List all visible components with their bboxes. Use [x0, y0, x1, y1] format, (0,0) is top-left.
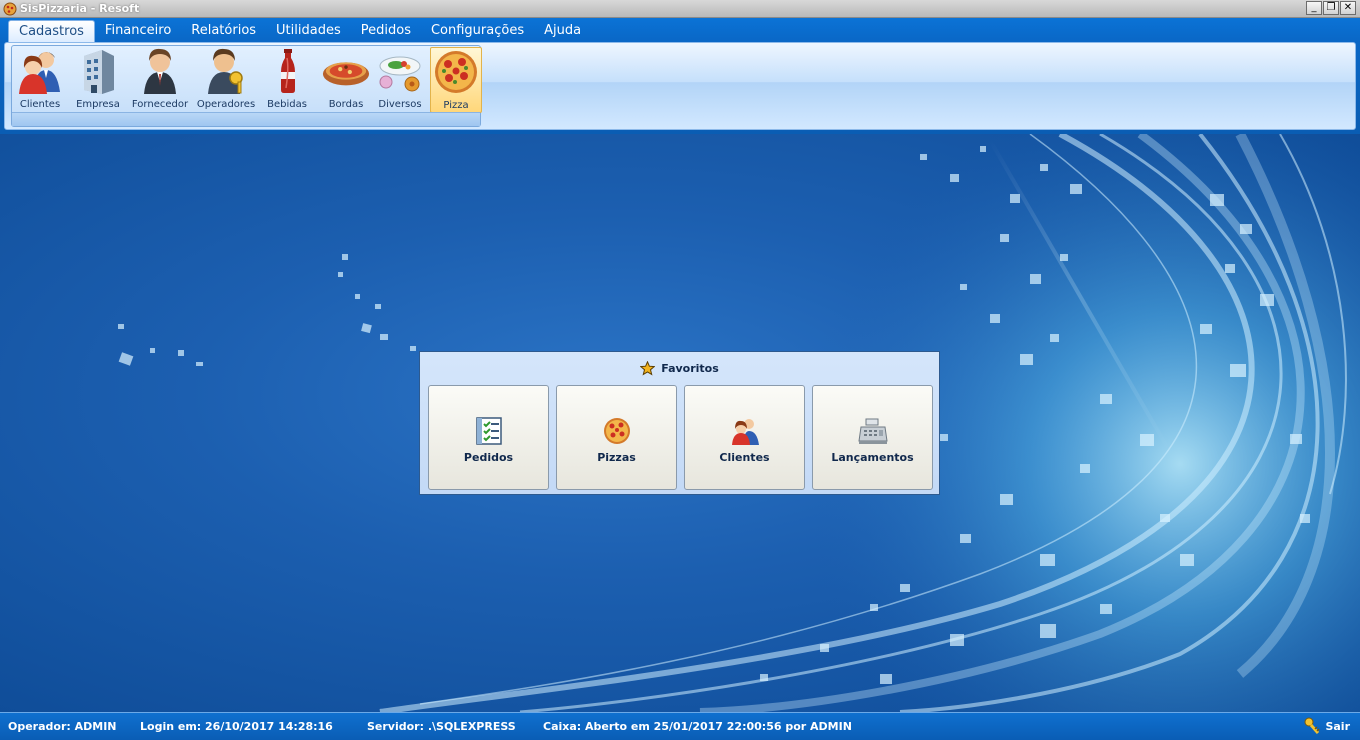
ribbon-button-operadores[interactable]: Operadores: [196, 47, 256, 113]
favorites-header: Favoritos: [420, 361, 939, 376]
building-icon: [84, 50, 114, 94]
ribbon-button-label: Bordas: [328, 99, 364, 110]
favorite-button-pedidos[interactable]: Pedidos: [428, 385, 549, 490]
favorite-button-label: Pizzas: [597, 451, 636, 464]
ribbon-button-label: Fornecedor: [131, 99, 189, 110]
exit-label: Sair: [1325, 719, 1350, 733]
exit-key-icon: [1304, 717, 1320, 734]
ribbon-button-label: Bebidas: [267, 99, 307, 110]
close-button[interactable]: ✕: [1340, 1, 1356, 15]
favorite-button-pizzas[interactable]: Pizzas: [556, 385, 677, 490]
tab-financeiro[interactable]: Financeiro: [95, 20, 181, 42]
food-plate-icon: [379, 56, 421, 92]
tab-configuracoes[interactable]: Configurações: [421, 20, 534, 42]
ribbon-button-bordas[interactable]: Bordas: [318, 47, 374, 113]
ribbon-group-cadastros: Clientes Empresa Fornecedor Operadores B…: [11, 45, 482, 127]
ribbon-button-pizza[interactable]: Pizza: [430, 47, 482, 113]
menu-tabs: Cadastros Financeiro Relatórios Utilidad…: [8, 20, 591, 42]
ribbon-button-diversos[interactable]: Diversos: [374, 47, 426, 113]
favorite-button-clientes[interactable]: Clientes: [684, 385, 805, 490]
ribbon-button-label: Empresa: [76, 99, 120, 110]
desktop-area: Favoritos Pedidos Pizzas Clientes Lançam…: [0, 134, 1360, 712]
ribbon-button-clientes[interactable]: Clientes: [14, 47, 66, 113]
tab-cadastros[interactable]: Cadastros: [8, 20, 95, 42]
favorite-button-label: Pedidos: [463, 451, 514, 464]
soda-bottle-icon: [281, 49, 295, 93]
cash-register-icon: [857, 418, 888, 444]
tab-relatorios[interactable]: Relatórios: [181, 20, 266, 42]
ribbon: Cadastros Financeiro Relatórios Utilidad…: [0, 18, 1360, 134]
supplier-icon: [144, 48, 176, 94]
ribbon-button-label: Clientes: [19, 99, 61, 110]
operator-key-icon: [208, 48, 243, 94]
favorite-button-lancamentos[interactable]: Lançamentos: [812, 385, 933, 490]
tab-ajuda[interactable]: Ajuda: [534, 20, 591, 42]
ribbon-button-fornecedor[interactable]: Fornecedor: [130, 47, 190, 113]
ribbon-button-label: Pizza: [443, 100, 469, 111]
status-bar: Operador: ADMIN Login em: 26/10/2017 14:…: [0, 712, 1360, 740]
ribbon-button-label: Diversos: [378, 99, 422, 110]
tab-utilidades[interactable]: Utilidades: [266, 20, 351, 42]
checklist-icon: [475, 417, 502, 445]
ribbon-group-footer: [12, 112, 480, 126]
star-icon: [640, 361, 656, 376]
customers-icon: [731, 419, 759, 445]
favorite-button-label: Clientes: [719, 451, 770, 464]
ribbon-button-bebidas[interactable]: Bebidas: [262, 47, 312, 113]
ribbon-button-empresa[interactable]: Empresa: [72, 47, 124, 113]
status-operator: Operador: ADMIN: [8, 720, 117, 733]
customers-icon: [19, 52, 60, 94]
pizza-crust-icon: [322, 62, 370, 86]
exit-button[interactable]: Sair: [1303, 717, 1350, 735]
restore-button[interactable]: ❐: [1323, 1, 1339, 15]
ribbon-button-label: Operadores: [196, 99, 256, 110]
status-login: Login em: 26/10/2017 14:28:16: [140, 720, 333, 733]
window-title: SisPizzaria - Resoft: [20, 2, 140, 15]
tab-pedidos[interactable]: Pedidos: [351, 20, 421, 42]
pizza-icon: [435, 51, 477, 93]
favorites-panel: Favoritos Pedidos Pizzas Clientes Lançam…: [419, 351, 940, 495]
favorites-title: Favoritos: [661, 362, 719, 375]
pizza-icon: [603, 418, 630, 444]
favorite-button-label: Lançamentos: [831, 451, 914, 464]
title-bar: SisPizzaria - Resoft _ ❐ ✕: [0, 0, 1360, 18]
status-server: Servidor: .\SQLEXPRESS: [367, 720, 516, 733]
minimize-button[interactable]: _: [1306, 1, 1322, 15]
status-cash-register: Caixa: Aberto em 25/01/2017 22:00:56 por…: [543, 720, 852, 733]
pizza-app-icon: [3, 2, 17, 16]
ribbon-panel: Clientes Empresa Fornecedor Operadores B…: [4, 42, 1356, 130]
